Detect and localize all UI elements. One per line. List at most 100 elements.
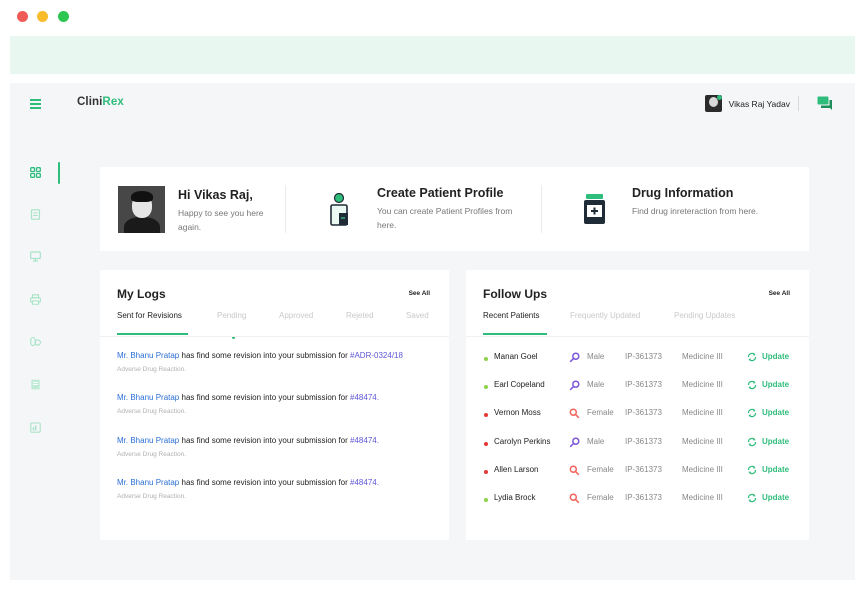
patient-id: IP-361373: [625, 493, 662, 502]
pills-icon[interactable]: [30, 336, 41, 347]
log-category: Adverse Drug Reaction.: [117, 408, 187, 415]
tab-pending[interactable]: Pending: [217, 311, 246, 320]
chat-icon[interactable]: [817, 96, 833, 110]
patient-profile-icon[interactable]: [330, 193, 350, 226]
drug-bottle-icon[interactable]: [583, 193, 606, 225]
log-item[interactable]: Mr. Bhanu Pratap has find some revision …: [117, 393, 379, 415]
my-logs-title: My Logs: [117, 287, 166, 301]
user-avatar[interactable]: [704, 95, 722, 112]
male-icon: [569, 437, 580, 448]
refresh-icon[interactable]: [747, 352, 757, 362]
log-ref-link[interactable]: #48474.: [350, 436, 379, 445]
tab-saved[interactable]: Saved: [406, 311, 429, 320]
refresh-icon[interactable]: [747, 465, 757, 475]
window-minimize-button[interactable]: [37, 11, 48, 22]
patient-row[interactable]: Earl Copeland Male IP-361373 Medicine III Up…: [484, 380, 791, 394]
drug-info-desc: Find drug inreteraction from here.: [632, 206, 759, 216]
log-ref-link[interactable]: #48474.: [350, 478, 379, 487]
update-button[interactable]: Update: [762, 465, 789, 474]
logs-see-all-link[interactable]: See All: [409, 290, 430, 297]
log-user-link[interactable]: Mr. Bhanu Pratap: [117, 393, 179, 402]
female-icon: [569, 408, 580, 419]
book-icon[interactable]: [30, 379, 41, 390]
patient-row[interactable]: Manan Goel Male IP-361373 Medicine III Updat…: [484, 352, 791, 366]
log-item[interactable]: Mr. Bhanu Pratap has find some revision …: [117, 351, 403, 373]
log-category: Adverse Drug Reaction.: [117, 493, 187, 500]
patient-department: Medicine III: [682, 465, 723, 474]
patient-name[interactable]: Lydia Brock: [494, 493, 536, 502]
refresh-icon[interactable]: [747, 408, 757, 418]
divider: [541, 185, 542, 233]
patient-row[interactable]: Carolyn Perkins Male IP-361373 Medicine III…: [484, 437, 791, 451]
profile-photo: [118, 186, 165, 233]
male-icon: [569, 352, 580, 363]
brand-name-part1: Clini: [77, 96, 103, 108]
window-maximize-button[interactable]: [58, 11, 69, 22]
log-category: Adverse Drug Reaction.: [117, 366, 187, 373]
active-tab-underline: [483, 333, 547, 335]
patient-name[interactable]: Manan Goel: [494, 352, 538, 361]
log-ref-link[interactable]: #ADR-0324/18: [350, 351, 403, 360]
update-button[interactable]: Update: [762, 437, 789, 446]
patient-department: Medicine III: [682, 408, 723, 417]
log-item[interactable]: Mr. Bhanu Pratap has find some revision …: [117, 436, 379, 458]
patient-id: IP-361373: [625, 352, 662, 361]
female-icon: [569, 493, 580, 504]
window-close-button[interactable]: [17, 11, 28, 22]
log-item[interactable]: Mr. Bhanu Pratap has find some revision …: [117, 478, 379, 500]
brand-logo[interactable]: CliniRex: [77, 96, 124, 108]
patient-id: IP-361373: [625, 437, 662, 446]
update-button[interactable]: Update: [762, 408, 789, 417]
patient-row[interactable]: Allen Larson Female IP-361373 Medicine III U…: [484, 465, 791, 479]
refresh-icon[interactable]: [747, 380, 757, 390]
monitor-icon[interactable]: [30, 251, 41, 262]
log-text: has find some revision into your submiss…: [179, 393, 351, 402]
patient-gender: Male: [587, 352, 605, 361]
create-profile-title[interactable]: Create Patient Profile: [377, 186, 503, 200]
update-button[interactable]: Update: [762, 352, 789, 361]
male-icon: [569, 380, 580, 391]
patient-gender: Female: [587, 465, 614, 474]
logs-tabs: Sent for Revisions Pending Approved Reje…: [117, 311, 430, 339]
patient-gender: Female: [587, 408, 614, 417]
document-icon[interactable]: [30, 209, 41, 220]
my-logs-panel: My Logs See All Sent for Revisions Pendi…: [100, 270, 449, 540]
patient-name[interactable]: Carolyn Perkins: [494, 437, 550, 446]
patient-row[interactable]: Vernon Moss Female IP-361373 Medicine III Up…: [484, 408, 791, 422]
tab-frequently-updated[interactable]: Frequently Updated: [570, 311, 640, 320]
patient-gender: Female: [587, 493, 614, 502]
user-name[interactable]: Vikas Raj Yadav: [729, 99, 790, 109]
refresh-icon[interactable]: [747, 437, 757, 447]
log-user-link[interactable]: Mr. Bhanu Pratap: [117, 478, 179, 487]
tab-pending-updates[interactable]: Pending Updates: [674, 311, 735, 320]
tab-rejected[interactable]: Rejeted: [346, 311, 374, 320]
followups-tabs: Recent Patients Frequently Updated Pendi…: [483, 311, 790, 337]
hamburger-menu-icon[interactable]: [30, 99, 41, 109]
patient-id: IP-361373: [625, 380, 662, 389]
followups-see-all-link[interactable]: See All: [769, 290, 790, 297]
drug-info-title[interactable]: Drug Information: [632, 186, 733, 200]
tab-sent-for-revisions[interactable]: Sent for Revisions: [117, 311, 182, 320]
update-button[interactable]: Update: [762, 493, 789, 502]
log-ref-link[interactable]: #48474.: [350, 393, 379, 402]
tab-approved[interactable]: Approved: [279, 311, 313, 320]
app-container: CliniRex Vikas Raj Yadav Hi Vikas Raj, H…: [10, 83, 855, 580]
patient-status-dot: [484, 470, 488, 474]
printer-icon[interactable]: [30, 294, 41, 305]
log-user-link[interactable]: Mr. Bhanu Pratap: [117, 436, 179, 445]
tabs-divider: [466, 336, 809, 337]
update-button[interactable]: Update: [762, 380, 789, 389]
patient-row[interactable]: Lydia Brock Female IP-361373 Medicine III Up…: [484, 493, 791, 507]
tab-recent-patients[interactable]: Recent Patients: [483, 311, 539, 320]
patient-name[interactable]: Earl Copeland: [494, 380, 545, 389]
log-text: has find some revision into your submiss…: [179, 436, 351, 445]
patient-name[interactable]: Allen Larson: [494, 465, 538, 474]
log-user-link[interactable]: Mr. Bhanu Pratap: [117, 351, 179, 360]
welcome-card: Hi Vikas Raj, Happy to see you here agai…: [100, 167, 809, 251]
user-menu[interactable]: Vikas Raj Yadav: [704, 95, 799, 112]
patient-name[interactable]: Vernon Moss: [494, 408, 541, 417]
patient-gender: Male: [587, 437, 605, 446]
refresh-icon[interactable]: [747, 493, 757, 503]
dashboard-icon[interactable]: [30, 167, 41, 178]
report-icon[interactable]: [30, 422, 41, 433]
